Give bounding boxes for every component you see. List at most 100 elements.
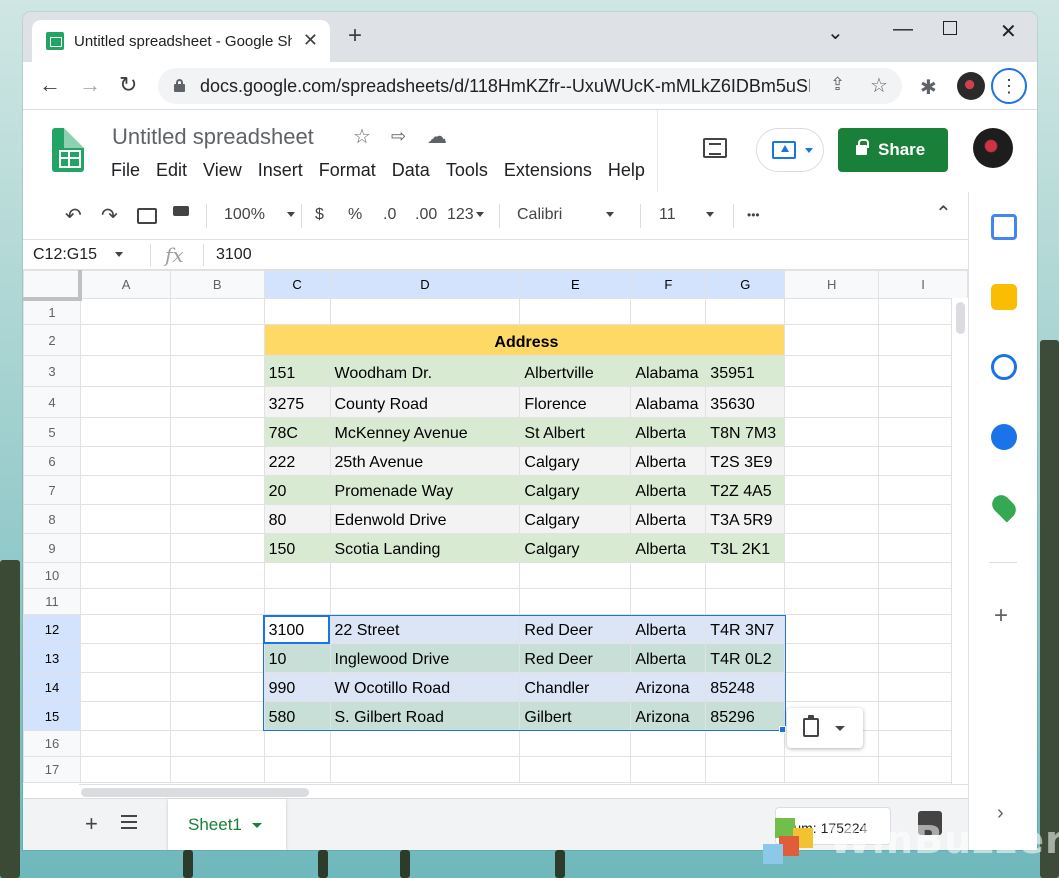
cell[interactable] bbox=[784, 643, 880, 673]
cell[interactable] bbox=[263, 562, 331, 589]
column-header[interactable]: C bbox=[263, 270, 331, 299]
account-avatar[interactable] bbox=[973, 128, 1013, 168]
increase-decimal-button[interactable]: .00 bbox=[415, 206, 437, 224]
maps-icon[interactable] bbox=[988, 491, 1020, 523]
cell[interactable]: 580 bbox=[263, 701, 331, 731]
browser-menu-icon[interactable]: ⋮ bbox=[991, 68, 1027, 104]
cell[interactable]: T2Z 4A5 bbox=[705, 475, 786, 505]
cell[interactable] bbox=[329, 730, 521, 757]
menu-format[interactable]: Format bbox=[319, 160, 376, 181]
cell[interactable]: Alberta bbox=[630, 446, 707, 476]
column-header[interactable]: I bbox=[878, 270, 968, 299]
row-header[interactable]: 10 bbox=[23, 562, 81, 589]
cell[interactable] bbox=[705, 562, 786, 589]
row-header[interactable]: 9 bbox=[23, 533, 81, 563]
cell[interactable]: Chandler bbox=[519, 672, 632, 702]
menu-tools[interactable]: Tools bbox=[446, 160, 488, 181]
row-header[interactable]: 13 bbox=[23, 643, 81, 673]
scrollbar-thumb[interactable] bbox=[956, 302, 965, 334]
back-arrow-icon[interactable]: ← bbox=[39, 74, 61, 96]
browser-tab[interactable]: Untitled spreadsheet - Google Sheets ✕ bbox=[32, 20, 330, 62]
name-box[interactable]: C12:G15 bbox=[33, 246, 124, 264]
cell[interactable] bbox=[169, 446, 265, 476]
scrollbar-thumb[interactable] bbox=[81, 788, 309, 797]
cell[interactable] bbox=[79, 701, 171, 731]
percent-format-button[interactable]: % bbox=[348, 206, 362, 224]
cell[interactable]: 85296 bbox=[705, 701, 786, 731]
row-header[interactable]: 8 bbox=[23, 504, 81, 534]
row-header[interactable]: 14 bbox=[23, 672, 81, 702]
cell[interactable]: 85248 bbox=[705, 672, 786, 702]
cell[interactable] bbox=[630, 588, 707, 615]
cell[interactable]: 222 bbox=[263, 446, 331, 476]
cell[interactable] bbox=[79, 672, 171, 702]
cell[interactable] bbox=[519, 562, 632, 589]
cell[interactable]: T4R 3N7 bbox=[705, 614, 786, 644]
horizontal-scrollbar[interactable] bbox=[79, 784, 968, 798]
cell[interactable]: Gilbert bbox=[519, 701, 632, 731]
cell[interactable] bbox=[784, 756, 880, 783]
cell[interactable]: Alberta bbox=[630, 643, 707, 673]
cell[interactable] bbox=[329, 756, 521, 783]
cell[interactable] bbox=[329, 588, 521, 615]
cell[interactable] bbox=[519, 730, 632, 757]
select-all-corner[interactable] bbox=[23, 270, 83, 301]
more-options-icon[interactable]: ••• bbox=[747, 208, 760, 222]
row-header[interactable]: 4 bbox=[23, 386, 81, 418]
cell[interactable] bbox=[784, 417, 880, 447]
reload-icon[interactable]: ↻ bbox=[119, 74, 137, 96]
comment-history-icon[interactable] bbox=[703, 138, 727, 158]
row-header[interactable]: 7 bbox=[23, 475, 81, 505]
close-tab-icon[interactable]: ✕ bbox=[303, 30, 318, 51]
font-select[interactable]: Calibri bbox=[517, 206, 615, 224]
column-header[interactable]: H bbox=[784, 270, 880, 299]
column-header[interactable]: E bbox=[519, 270, 632, 299]
cell[interactable]: 3275 bbox=[263, 386, 331, 418]
contacts-icon[interactable] bbox=[991, 424, 1017, 450]
cell[interactable] bbox=[79, 643, 171, 673]
cell[interactable]: Arizona bbox=[630, 672, 707, 702]
cell[interactable]: Calgary bbox=[519, 446, 632, 476]
column-header[interactable]: B bbox=[169, 270, 265, 299]
present-button[interactable] bbox=[756, 128, 824, 172]
font-size-select[interactable]: 11 bbox=[659, 206, 714, 224]
bookmark-star-icon[interactable]: ☆ bbox=[870, 73, 888, 98]
cell[interactable] bbox=[705, 730, 786, 757]
more-formats-button[interactable]: 123 bbox=[447, 206, 484, 224]
cell[interactable]: 990 bbox=[263, 672, 331, 702]
cell[interactable] bbox=[263, 730, 331, 757]
cell[interactable]: Alabama bbox=[630, 386, 707, 418]
cell[interactable] bbox=[630, 562, 707, 589]
omnibox[interactable]: docs.google.com/spreadsheets/d/118HmKZfr… bbox=[158, 68, 902, 104]
cell[interactable]: 35630 bbox=[705, 386, 786, 418]
cell[interactable] bbox=[705, 756, 786, 783]
cell[interactable] bbox=[630, 298, 707, 325]
star-icon[interactable]: ☆ bbox=[353, 124, 371, 149]
cell[interactable] bbox=[169, 643, 265, 673]
cell[interactable] bbox=[79, 417, 171, 447]
cell[interactable] bbox=[630, 730, 707, 757]
move-folder-icon[interactable]: ⇨ bbox=[391, 126, 406, 147]
cell[interactable] bbox=[79, 504, 171, 534]
menu-data[interactable]: Data bbox=[392, 160, 430, 181]
chevron-right-icon[interactable]: › bbox=[997, 802, 1004, 825]
cell[interactable] bbox=[705, 588, 786, 615]
address-header-cell[interactable]: Address bbox=[263, 324, 786, 356]
row-header[interactable]: 11 bbox=[23, 588, 81, 615]
cell[interactable] bbox=[263, 298, 331, 325]
add-sheet-button[interactable]: + bbox=[85, 811, 98, 837]
cell[interactable]: T2S 3E9 bbox=[705, 446, 786, 476]
cell[interactable]: Alberta bbox=[630, 614, 707, 644]
row-header[interactable]: 15 bbox=[23, 701, 81, 731]
decrease-decimal-button[interactable]: .0 bbox=[383, 206, 396, 224]
row-header[interactable]: 1 bbox=[23, 298, 81, 325]
cell[interactable]: Alberta bbox=[630, 533, 707, 563]
print-icon[interactable] bbox=[137, 208, 157, 224]
row-header[interactable]: 16 bbox=[23, 730, 81, 757]
cell[interactable]: Florence bbox=[519, 386, 632, 418]
cell[interactable] bbox=[329, 298, 521, 325]
cell[interactable]: County Road bbox=[329, 386, 521, 418]
column-header[interactable]: F bbox=[630, 270, 707, 299]
cell[interactable] bbox=[329, 562, 521, 589]
cell[interactable] bbox=[79, 324, 171, 356]
